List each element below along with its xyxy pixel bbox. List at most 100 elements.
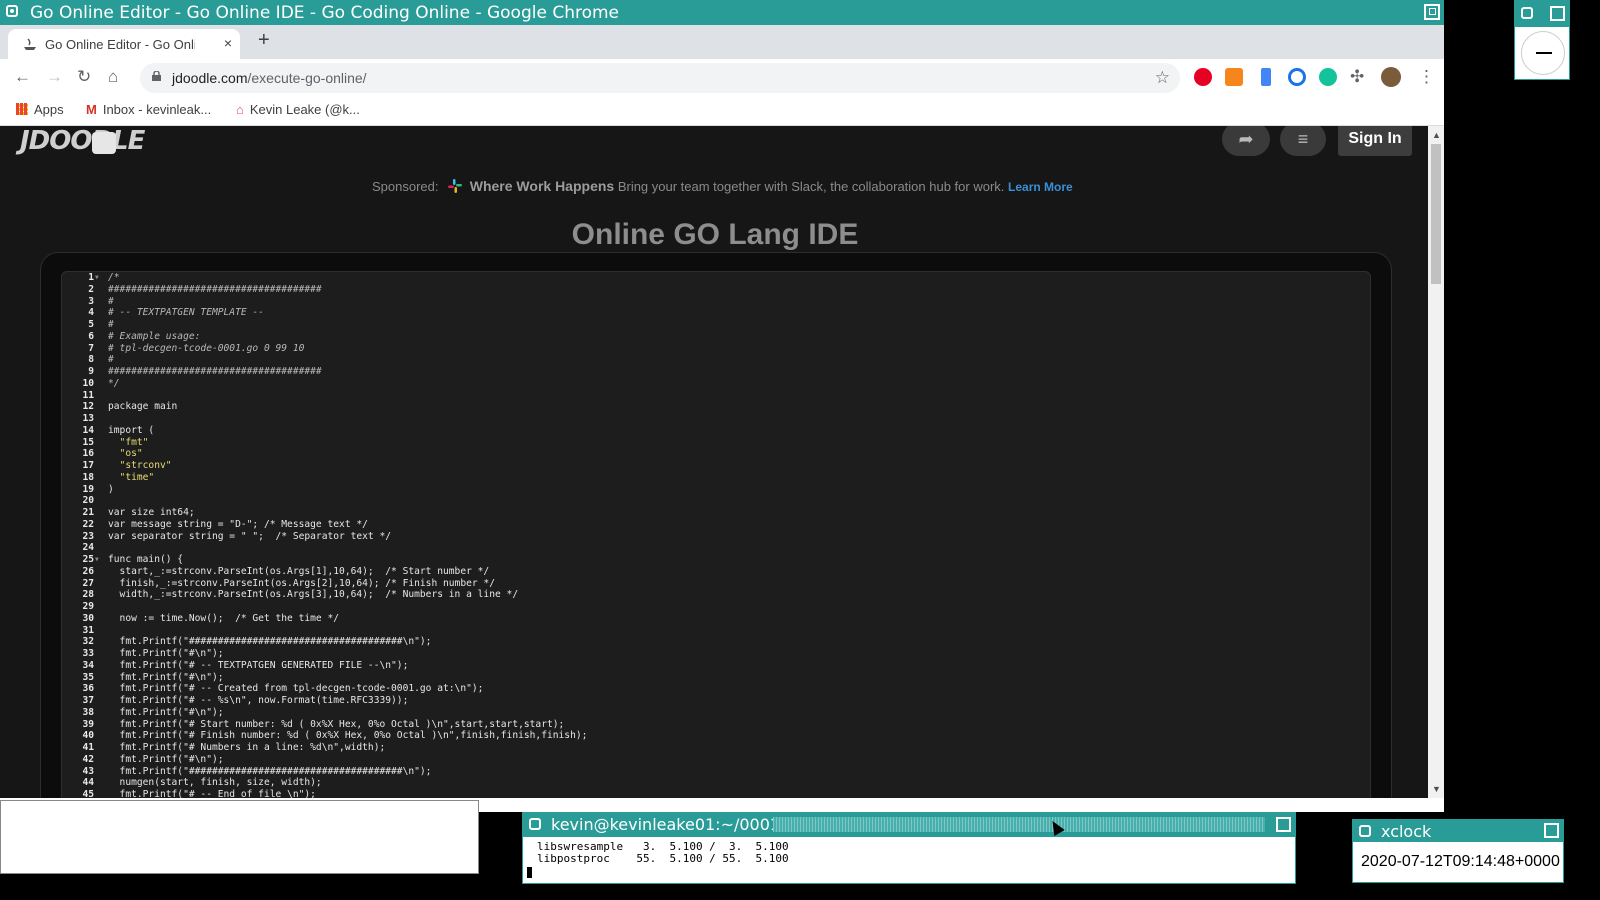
code-line[interactable]: 8 # xyxy=(62,354,587,366)
tab-jdoodle[interactable]: Go Online Editor - Go Online IDE × xyxy=(8,29,240,59)
code-line[interactable]: 35 fmt.Printf("#\n"); xyxy=(62,672,587,684)
maximize-icon[interactable] xyxy=(1424,4,1440,20)
code-line[interactable]: 38 fmt.Printf("#\n"); xyxy=(62,707,587,719)
terminal-output[interactable]: libswresample 3. 5.100 / 3. 5.100 libpos… xyxy=(537,841,789,865)
metamask-extension-icon[interactable] xyxy=(1225,68,1243,86)
code-line[interactable]: 18 "time" xyxy=(62,472,587,484)
code-line[interactable]: 7 # tpl-decgen-tcode-0001.go 0 99 10 xyxy=(62,343,587,355)
code-line[interactable]: 19) xyxy=(62,484,587,496)
share-button[interactable]: ➦ xyxy=(1222,126,1270,156)
window-menu-icon[interactable] xyxy=(6,5,18,17)
line-number: 26 xyxy=(82,565,94,577)
code-text: var separator string = " "; /* Separator… xyxy=(108,530,392,542)
extensions-puzzle-icon[interactable]: ✣ xyxy=(1350,67,1364,87)
bookmark-star-icon[interactable]: ☆ xyxy=(1155,68,1170,88)
window-menu-icon[interactable] xyxy=(1359,825,1371,837)
window-menu-icon[interactable] xyxy=(529,818,541,830)
code-line[interactable]: 9 ##################################### xyxy=(62,366,587,378)
code-line[interactable]: 42 fmt.Printf("#\n"); xyxy=(62,754,587,766)
mini-window-titlebar[interactable] xyxy=(1515,1,1569,27)
code-line[interactable]: 6 # Example usage: xyxy=(62,331,587,343)
forward-icon[interactable]: → xyxy=(46,67,63,87)
sponsor-title[interactable]: Where Work Happens xyxy=(470,178,614,194)
c-extension-icon[interactable] xyxy=(1288,68,1306,86)
scrollbar-thumb[interactable] xyxy=(1431,144,1441,284)
code-line[interactable]: 27 finish,_:=strconv.ParseInt(os.Args[2]… xyxy=(62,578,587,590)
maximize-icon[interactable] xyxy=(1276,817,1291,832)
code-line[interactable]: 10 */ xyxy=(62,378,587,390)
code-line[interactable]: 36 fmt.Printf("# -- Created from tpl-dec… xyxy=(62,683,587,695)
menu-button[interactable]: ≡ xyxy=(1280,126,1326,156)
bookmark-inbox[interactable]: M Inbox - kevinleak... xyxy=(86,102,211,117)
sign-in-button[interactable]: Sign In xyxy=(1338,126,1412,156)
code-line[interactable]: 28 width,_:=strconv.ParseInt(os.Args[3],… xyxy=(62,589,587,601)
line-number: 12 xyxy=(82,401,94,413)
code-line[interactable]: 34 fmt.Printf("# -- TEXTPATGEN GENERATED… xyxy=(62,660,587,672)
code-line[interactable]: 32 fmt.Printf("#########################… xyxy=(62,636,587,648)
new-tab-button[interactable]: + xyxy=(258,29,270,52)
code-line[interactable]: 25▾ func main() { xyxy=(62,554,587,566)
code-line[interactable]: 30 now := time.Now(); /* Get the time */ xyxy=(62,613,587,625)
line-number: 30 xyxy=(82,612,94,624)
home-icon[interactable]: ⌂ xyxy=(108,67,118,87)
address-bar[interactable]: jdoodle.com/execute-go-online/ ☆ xyxy=(140,63,1180,93)
scroll-down-icon[interactable]: ▼ xyxy=(1432,784,1441,794)
code-line[interactable]: 29 xyxy=(62,601,587,613)
code-line[interactable]: 37 fmt.Printf("# -- %s\n", now.Format(ti… xyxy=(62,695,587,707)
code-line[interactable]: 11 xyxy=(62,390,587,402)
code-line[interactable]: 22 var message string = "D-"; /* Message … xyxy=(62,519,587,531)
code-line[interactable]: 17 "strconv" xyxy=(62,460,587,472)
grammarly-extension-icon[interactable] xyxy=(1319,68,1337,86)
code-line[interactable]: 45 fmt.Printf("# -- End of file \n"); xyxy=(62,789,587,798)
code-line[interactable]: 4 # -- TEXTPATGEN TEMPLATE -- xyxy=(62,307,587,319)
feather-extension-icon[interactable] xyxy=(1261,68,1271,86)
window-titlebar[interactable]: Go Online Editor - Go Online IDE - Go Co… xyxy=(0,0,1444,25)
code-line[interactable]: 13 xyxy=(62,413,587,425)
maximize-icon[interactable] xyxy=(1544,823,1559,838)
code-line[interactable]: 14 import ( xyxy=(62,425,587,437)
code-line[interactable]: 5 # xyxy=(62,319,587,331)
jdoodle-logo[interactable]: JDOODLE xyxy=(20,126,145,156)
titlebar-stripe xyxy=(773,817,1265,832)
close-tab-icon[interactable]: × xyxy=(224,35,232,51)
page-scrollbar[interactable]: ▲ ▼ xyxy=(1428,126,1444,798)
code-line[interactable]: 2 ##################################### xyxy=(62,284,587,296)
reload-icon[interactable]: ↻ xyxy=(77,67,91,87)
code-line[interactable]: 43 fmt.Printf("#########################… xyxy=(62,766,587,778)
code-line[interactable]: 26 start,_:=strconv.ParseInt(os.Args[1],… xyxy=(62,566,587,578)
xclock-titlebar[interactable]: xclock xyxy=(1353,820,1563,842)
code-line[interactable]: 39 fmt.Printf("# Start number: %d ( 0x%X… xyxy=(62,719,587,731)
code-line[interactable]: 1▾/* xyxy=(62,272,587,284)
learn-more-link[interactable]: Learn More xyxy=(1008,180,1073,194)
code-line[interactable]: 33 fmt.Printf("#\n"); xyxy=(62,648,587,660)
code-line[interactable]: 41 fmt.Printf("# Numbers in a line: %d\n… xyxy=(62,742,587,754)
bookmark-kevin[interactable]: ⌂ Kevin Leake (@k... xyxy=(236,102,360,117)
terminal-titlebar[interactable]: kevin@kevinleake01:~/0001 xyxy=(523,813,1295,837)
code-line[interactable]: 23 var separator string = " "; /* Separat… xyxy=(62,531,587,543)
code-line[interactable]: 31 xyxy=(62,625,587,637)
code-text: fmt.Printf("############################… xyxy=(108,636,432,648)
code-line[interactable]: 44 numgen(start, finish, size, width); xyxy=(62,777,587,789)
url-path: /execute-go-online/ xyxy=(247,70,367,86)
code-area[interactable]: 1▾/* 2 ###################################… xyxy=(62,272,587,798)
profile-avatar[interactable] xyxy=(1381,67,1401,87)
code-line[interactable]: 20 xyxy=(62,495,587,507)
code-line[interactable]: 3 # xyxy=(62,296,587,308)
pinterest-extension-icon[interactable] xyxy=(1194,68,1212,86)
bookmark-apps[interactable]: Apps xyxy=(16,102,64,117)
window-menu-icon[interactable] xyxy=(1521,7,1533,19)
code-line[interactable]: 24 xyxy=(62,542,587,554)
fold-toggle-icon[interactable]: ▾ xyxy=(94,272,108,284)
chrome-menu-icon[interactable]: ⋮ xyxy=(1418,67,1435,87)
fold-toggle-icon[interactable]: ▾ xyxy=(94,554,108,566)
maximize-icon[interactable] xyxy=(1550,6,1565,21)
code-editor[interactable]: 1▾/* 2 ###################################… xyxy=(61,271,1371,798)
scroll-up-icon[interactable]: ▲ xyxy=(1432,130,1441,140)
code-line[interactable]: 15 "fmt" xyxy=(62,437,587,449)
code-line[interactable]: 16 "os" xyxy=(62,448,587,460)
code-line[interactable]: 21 var size int64; xyxy=(62,507,587,519)
code-line[interactable]: 12 package main xyxy=(62,401,587,413)
code-line[interactable]: 40 fmt.Printf("# Finish number: %d ( 0x%… xyxy=(62,730,587,742)
back-icon[interactable]: ← xyxy=(14,67,31,87)
code-text: fmt.Printf("# -- End of file \n"); xyxy=(108,789,316,798)
